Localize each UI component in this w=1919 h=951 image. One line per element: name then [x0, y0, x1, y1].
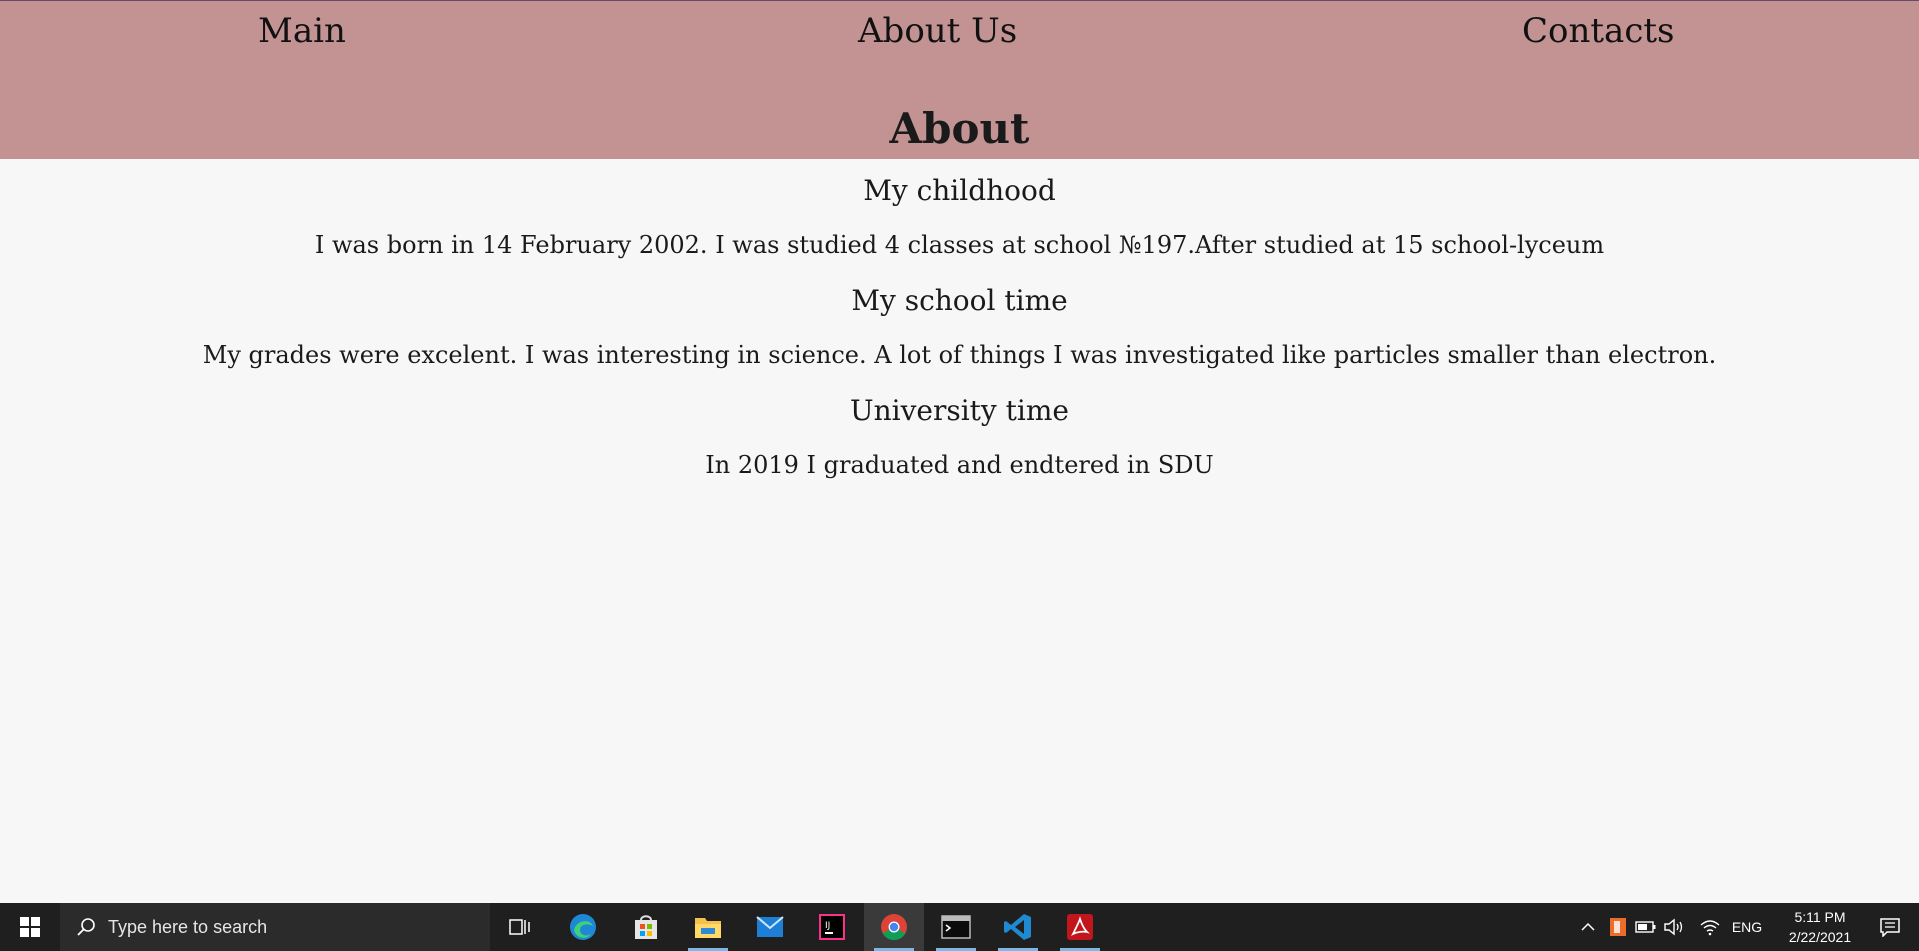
edge-icon[interactable]	[553, 903, 613, 951]
store-icon[interactable]	[616, 903, 676, 951]
acrobat-icon[interactable]	[1050, 903, 1110, 951]
clock-date: 2/22/2021	[1788, 929, 1852, 945]
battery-icon[interactable]	[1634, 903, 1658, 951]
nav-link-contacts[interactable]: Contacts	[1522, 11, 1674, 51]
page-title: About	[889, 104, 1030, 153]
show-hidden-icons-chevron-icon[interactable]	[1576, 903, 1600, 951]
chrome-icon[interactable]	[864, 903, 924, 951]
section-text-university-time: In 2019 I graduated and endtered in SDU	[705, 451, 1214, 479]
section-title-school-time: My school time	[851, 284, 1068, 317]
main-content: My childhood I was born in 14 February 2…	[0, 159, 1919, 485]
windows-logo-icon	[20, 917, 40, 937]
intellij-icon[interactable]: IJ	[802, 903, 862, 951]
page: Main About Us Contacts About My childhoo…	[0, 0, 1919, 951]
clock-time: 5:11 PM	[1794, 909, 1846, 925]
terminal-icon[interactable]	[926, 903, 986, 951]
wifi-icon[interactable]	[1698, 903, 1722, 951]
search-icon	[74, 915, 98, 939]
section-title-childhood: My childhood	[863, 174, 1056, 207]
section-title-university-time: University time	[850, 394, 1069, 427]
vscode-icon[interactable]	[988, 903, 1048, 951]
taskbar-search-box[interactable]: Type here to search	[60, 903, 490, 951]
file-explorer-icon[interactable]	[678, 903, 738, 951]
search-placeholder: Type here to search	[108, 916, 268, 937]
mail-icon[interactable]	[740, 903, 800, 951]
start-button[interactable]	[0, 903, 60, 951]
notifications-icon[interactable]	[1870, 903, 1910, 951]
task-view-icon[interactable]	[490, 903, 550, 951]
nav-link-about-us[interactable]: About Us	[858, 11, 1017, 51]
clock[interactable]: 5:11 PM 2/22/2021	[1760, 907, 1880, 947]
section-text-childhood: I was born in 14 February 2002. I was st…	[314, 231, 1605, 259]
nav-link-main[interactable]: Main	[258, 11, 346, 51]
section-text-school-time: My grades were excelent. I was interesti…	[202, 341, 1717, 369]
svg-text:IJ: IJ	[825, 921, 830, 931]
office-tray-icon[interactable]	[1606, 903, 1630, 951]
volume-icon[interactable]	[1662, 903, 1686, 951]
header: Main About Us Contacts About	[0, 0, 1919, 159]
taskbar: Type here to search IJ ENG 5:11 PM 2/22/…	[0, 903, 1919, 951]
